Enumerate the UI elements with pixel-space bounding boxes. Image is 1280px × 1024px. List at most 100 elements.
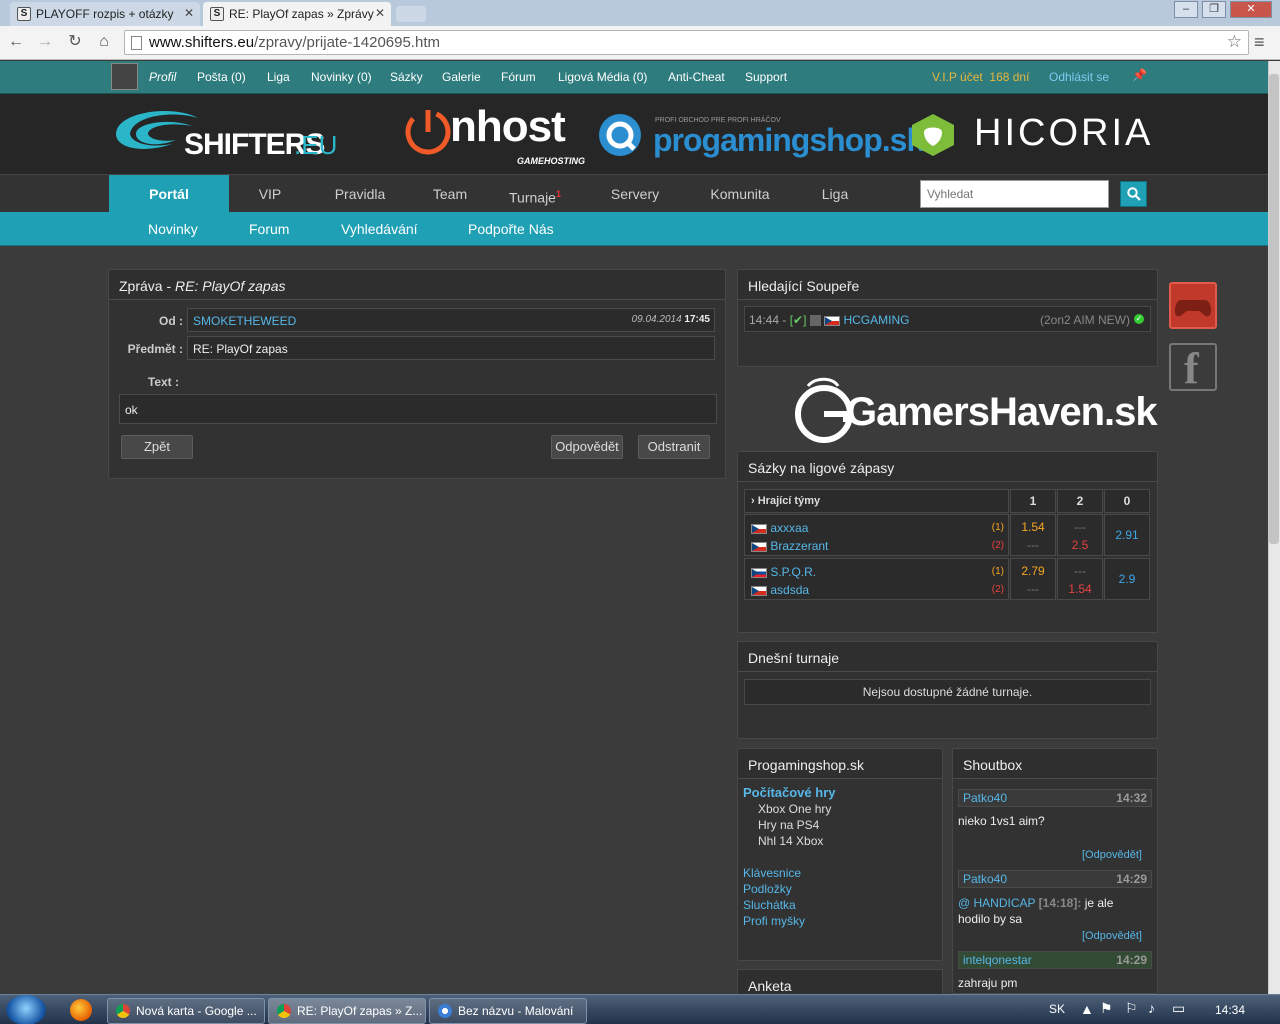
vip-status[interactable]: V.I.P účet 168 dní <box>932 70 1029 84</box>
odd-cell[interactable]: 2.79 --- <box>1010 558 1056 600</box>
match-team-1: axxxaa (1) <box>751 519 1004 537</box>
bookmark-star-icon[interactable]: ☆ <box>1227 32 1242 52</box>
odd-cell[interactable]: 2.91 <box>1104 514 1150 556</box>
flag-icon[interactable]: ⚐ <box>1125 1000 1138 1017</box>
team-link[interactable]: S.P.Q.R. <box>770 565 816 579</box>
nav-pravidla[interactable]: Pravidla <box>320 175 400 213</box>
shop-subitem[interactable]: Nhl 14 Xbox <box>743 833 836 849</box>
shop-link-profi-mysky[interactable]: Profi myšky <box>743 913 836 929</box>
onhost-sub: GAMEHOSTING <box>517 156 586 166</box>
nav-portal[interactable]: Portál <box>109 175 229 213</box>
topbar-link-sazky[interactable]: Sázky <box>390 70 423 84</box>
taskbar-item-new-tab[interactable]: Nová karta - Google ... <box>107 998 265 1024</box>
shout-reply-link[interactable]: [Odpovědět] <box>1082 930 1142 942</box>
address-bar[interactable]: www.shifters.eu/zpravy/prijate-1420695.h… <box>124 30 1249 55</box>
topbar-link-ligova-media[interactable]: Ligová Média (0) <box>558 70 647 84</box>
search-button[interactable] <box>1120 181 1147 207</box>
nav-servery[interactable]: Servery <box>595 175 675 213</box>
reload-icon[interactable]: ↻ <box>64 31 86 53</box>
subnav-podporte-nas[interactable]: Podpořte Nás <box>468 221 554 237</box>
close-tab-icon[interactable]: ✕ <box>184 6 194 20</box>
pin-icon[interactable]: 📌 <box>1132 68 1147 82</box>
back-button[interactable]: Zpět <box>121 435 193 459</box>
subnav-novinky[interactable]: Novinky <box>148 221 198 237</box>
topbar-link-support[interactable]: Support <box>745 70 787 84</box>
maximize-icon[interactable]: ❐ <box>1202 1 1226 18</box>
nav-liga[interactable]: Liga <box>810 175 860 213</box>
opponent-row[interactable]: 14:44 - [✔] HCGAMING (2on2 AIM NEW) ✓ <box>744 306 1151 332</box>
table-row[interactable]: axxxaa (1) Brazzerant (2) <box>744 514 1009 556</box>
avatar[interactable] <box>111 63 138 90</box>
search-input[interactable] <box>920 180 1109 208</box>
shop-panel: Progamingshop.sk Počítačové hry Xbox One… <box>737 748 943 961</box>
nav-vip[interactable]: VIP <box>240 175 300 213</box>
forward-arrow-icon[interactable]: → <box>34 31 56 53</box>
browser-tab-active[interactable]: S RE: PlayOf zapas » Zprávy ✕ <box>203 2 391 26</box>
shop-link-podlozky[interactable]: Podložky <box>743 881 836 897</box>
odd-cell[interactable]: --- 2.5 <box>1057 514 1103 556</box>
gamepad-button[interactable] <box>1169 282 1217 329</box>
shop-subitem[interactable]: Xbox One hry <box>743 801 836 817</box>
shout-mention[interactable]: @ HANDICAP <box>958 896 1035 910</box>
topbar-link-forum[interactable]: Fórum <box>501 70 536 84</box>
message-date: 09.04.2014 17:45 <box>632 314 710 325</box>
new-tab-button[interactable] <box>396 6 426 22</box>
odd-cell[interactable]: 2.9 <box>1104 558 1150 600</box>
sender-link[interactable]: SMOKETHEWEED <box>193 314 296 328</box>
topbar-link-liga[interactable]: Liga <box>267 70 290 84</box>
shout-user[interactable]: Patko40 <box>963 791 1007 805</box>
shop-category[interactable]: Počítačové hry <box>743 785 836 801</box>
shout-reply-link[interactable]: [Odpovědět] <box>1082 849 1142 861</box>
browser-tab-playoff[interactable]: S PLAYOFF rozpis + otázky ✕ <box>10 2 200 26</box>
home-icon[interactable]: ⌂ <box>93 31 115 53</box>
subnav-forum[interactable]: Forum <box>249 221 289 237</box>
scrollbar-thumb[interactable] <box>1269 74 1279 544</box>
team-link[interactable]: asdsda <box>770 583 809 597</box>
opponent-team[interactable]: HCGAMING <box>843 313 909 327</box>
team-link[interactable]: axxxaa <box>770 521 808 535</box>
logout-link[interactable]: Odhlásit se <box>1049 70 1109 84</box>
topbar-link-anticheat[interactable]: Anti-Cheat <box>668 70 725 84</box>
reply-button[interactable]: Odpovědět <box>551 435 623 459</box>
start-button[interactable] <box>6 995 46 1024</box>
bets-header-col-1: 1 <box>1010 489 1056 513</box>
odd-cell[interactable]: 1.54 --- <box>1010 514 1056 556</box>
topbar-link-novinky[interactable]: Novinky (0) <box>311 70 372 84</box>
language-indicator[interactable]: SK <box>1049 1002 1065 1016</box>
shop-link-sluchatka[interactable]: Sluchátka <box>743 897 836 913</box>
shop-link-klavesnice[interactable]: Klávesnice <box>743 865 836 881</box>
nav-komunita[interactable]: Komunita <box>700 175 780 213</box>
browser-menu-icon[interactable]: ≡ <box>1254 32 1265 53</box>
back-arrow-icon[interactable]: ← <box>5 31 27 53</box>
subnav-vyhledavani[interactable]: Vyhledávání <box>341 221 418 237</box>
nav-team[interactable]: Team <box>415 175 485 213</box>
team-link[interactable]: Brazzerant <box>770 539 828 553</box>
nav-turnaje[interactable]: Turnaje1 <box>500 175 570 213</box>
taskbar-item-paint[interactable]: Bez názvu - Malování <box>429 998 587 1024</box>
taskbar-item-playof[interactable]: RE: PlayOf zapas » Z... <box>268 998 426 1024</box>
minimize-icon[interactable]: – <box>1174 1 1198 18</box>
bets-header-col-0: 0 <box>1104 489 1150 513</box>
odd-value: 2.9 <box>1118 572 1136 586</box>
shop-subitem[interactable]: Hry na PS4 <box>743 817 836 833</box>
table-row[interactable]: S.P.Q.R. (1) asdsda (2) <box>744 558 1009 600</box>
close-window-icon[interactable]: ✕ <box>1230 1 1272 18</box>
facebook-button[interactable]: f <box>1169 343 1217 393</box>
topbar-link-profil[interactable]: Profil <box>149 70 176 84</box>
topbar-link-galerie[interactable]: Galerie <box>442 70 481 84</box>
tray-arrow-icon[interactable]: ▲ <box>1080 1001 1094 1017</box>
gamershaven-logo[interactable]: GamersHaven.sk <box>794 376 1158 446</box>
shout-user[interactable]: Patko40 <box>963 872 1007 886</box>
volume-icon[interactable]: ♪ <box>1148 1000 1155 1016</box>
display-icon[interactable]: ▭ <box>1172 1000 1185 1017</box>
odd-cell[interactable]: --- 1.54 <box>1057 558 1103 600</box>
shout-user[interactable]: intelqonestar <box>963 953 1032 967</box>
topbar-link-posta[interactable]: Pošta (0) <box>197 70 246 84</box>
shifters-logo[interactable]: SHIFTERS .EU <box>112 102 337 162</box>
close-tab-icon[interactable]: ✕ <box>375 6 385 20</box>
clock[interactable]: 14:34 <box>1215 1003 1245 1017</box>
firefox-icon[interactable] <box>70 999 92 1021</box>
from-field: SMOKETHEWEED 09.04.2014 17:45 <box>187 308 715 332</box>
delete-button[interactable]: Odstranit <box>638 435 710 459</box>
network-icon[interactable]: ⚑ <box>1100 1000 1113 1017</box>
